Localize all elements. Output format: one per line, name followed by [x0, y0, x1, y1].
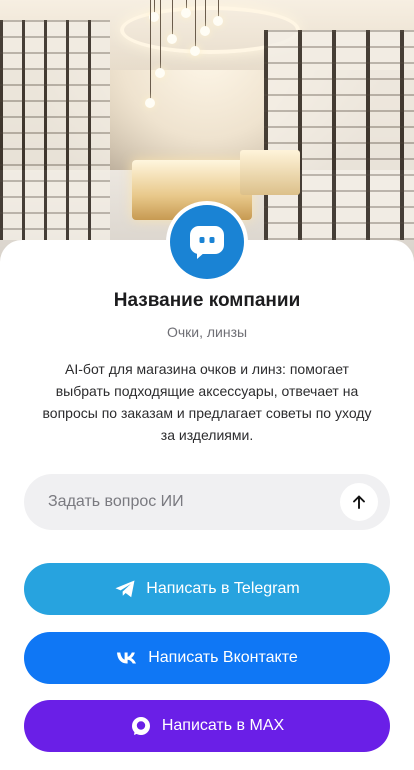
bot-logo — [170, 205, 244, 279]
max-button[interactable]: Написать в MAX — [24, 700, 390, 752]
ask-ai-field[interactable] — [24, 474, 390, 530]
ask-ai-input[interactable] — [48, 474, 348, 530]
company-description: AI-бот для магазина очков и линз: помога… — [42, 361, 372, 443]
telegram-button-label: Написать в Telegram — [146, 580, 300, 597]
send-button[interactable] — [340, 483, 378, 521]
vk-button[interactable]: Написать Вконтакте — [24, 632, 390, 684]
vk-icon — [117, 652, 137, 664]
arrow-up-icon — [353, 495, 365, 509]
chat-bot-icon — [190, 226, 224, 259]
company-name: Название компании — [113, 290, 301, 311]
max-icon — [131, 717, 150, 735]
telegram-icon — [115, 580, 135, 598]
company-category: Очки, линзы — [166, 324, 248, 340]
max-button-label: Написать в MAX — [161, 717, 285, 734]
telegram-button[interactable]: Написать в Telegram — [24, 563, 390, 615]
vk-button-label: Написать Вконтакте — [148, 649, 298, 666]
